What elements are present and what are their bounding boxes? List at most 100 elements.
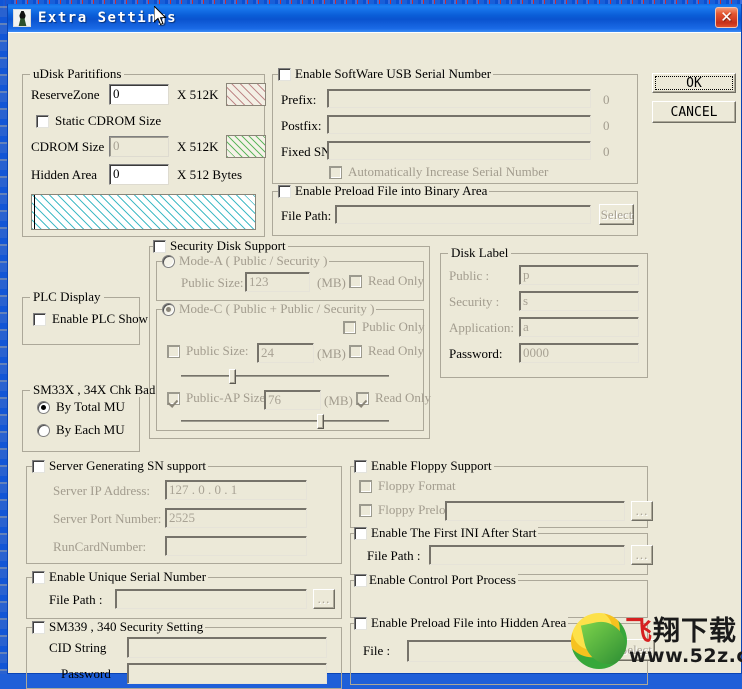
- mode-c-radio-icon: [162, 302, 175, 316]
- unique-sn-file-path-input[interactable]: [115, 589, 307, 609]
- mode-c-public-size-checkbox[interactable]: Public Size:: [167, 344, 248, 358]
- prefix-input[interactable]: [327, 89, 591, 108]
- plc-display-caption: PLC Display: [30, 290, 104, 304]
- first-ini-group: Enable The First INI After Start File Pa…: [350, 526, 653, 575]
- floppy-preload-checkbox[interactable]: Floppy Preload: [359, 503, 458, 517]
- disk-application-label: Application:: [449, 320, 514, 335]
- slider-thumb[interactable]: [317, 414, 324, 429]
- mode-a-read-only-check-box-icon: [349, 274, 362, 288]
- binary-file-path-label: File Path:: [281, 208, 332, 223]
- first-ini-file-path-label: File Path :: [367, 548, 421, 563]
- server-sn-checkbox[interactable]: Server Generating SN support: [32, 459, 209, 473]
- unique-sn-browse-label: ...: [317, 591, 331, 606]
- server-port-input[interactable]: 2525: [165, 508, 307, 528]
- sm339-security-check-box-icon: [32, 620, 45, 634]
- mode-a-unit: (MB): [317, 275, 346, 290]
- cdrom-size-input[interactable]: 0: [109, 136, 169, 157]
- runcard-number-label: RunCardNumber:: [53, 539, 147, 554]
- mode-c-read-only-1-check-box-icon: [349, 344, 362, 358]
- extra-settings-dialog: Extra Settings ✕ OK CANCEL uDisk Paritif…: [7, 4, 742, 689]
- disk-public-input[interactable]: p: [519, 265, 639, 285]
- cdrom-size-label: CDROM Size: [31, 139, 105, 154]
- security-disk-support-checkbox[interactable]: Security Disk Support: [153, 239, 288, 253]
- static-cdrom-size-checkbox[interactable]: Static CDROM Size: [36, 114, 161, 128]
- unique-sn-checkbox[interactable]: Enable Unique Serial Number: [32, 570, 209, 584]
- disk-application-input[interactable]: a: [519, 317, 639, 337]
- by-each-mu-radio[interactable]: By Each MU: [37, 423, 125, 437]
- server-ip-input[interactable]: 127 . 0 . 0 . 1: [165, 480, 307, 500]
- mode-c-public-ap-slider[interactable]: [181, 412, 389, 430]
- auto-increase-sn-checkbox[interactable]: Automatically Increase Serial Number: [329, 165, 548, 179]
- mode-c-unit-1: (MB): [317, 346, 346, 361]
- auto-increase-sn-label: Automatically Increase Serial Number: [348, 164, 549, 179]
- mode-c-public-size-input[interactable]: 24: [257, 343, 314, 363]
- chk-bad-group: SM33X , 34X Chk Bad By Total MU By Each …: [22, 383, 159, 452]
- slider-thumb[interactable]: [229, 369, 236, 384]
- reserve-zone-input[interactable]: 0: [109, 84, 169, 105]
- mode-c-read-only-2-checkbox[interactable]: Read Only: [356, 391, 431, 405]
- floppy-support-checkbox[interactable]: Enable Floppy Support: [354, 459, 494, 473]
- mode-c-public-only-checkbox[interactable]: Public Only: [343, 320, 424, 334]
- floppy-format-check-box-icon: [359, 479, 372, 493]
- disk-label-caption: Disk Label: [448, 246, 512, 260]
- floppy-preload-browse-button[interactable]: ...: [631, 501, 653, 521]
- fixed-sn-count: 0: [603, 144, 610, 159]
- security-disk-support-check-box-icon: [153, 239, 166, 253]
- usb-serial-number-group: Enable SoftWare USB Serial Number Prefix…: [272, 67, 638, 184]
- close-button[interactable]: ✕: [715, 7, 738, 28]
- enable-preload-binary-checkbox[interactable]: Enable Preload File into Binary Area: [278, 184, 490, 198]
- cid-string-input[interactable]: [127, 637, 327, 658]
- binary-file-select-button[interactable]: Select: [599, 204, 634, 225]
- cid-string-label: CID String: [49, 640, 107, 655]
- preload-hidden-checkbox[interactable]: Enable Preload File into Hidden Area: [354, 616, 569, 630]
- by-total-mu-radio[interactable]: By Total MU: [37, 400, 125, 414]
- control-port-checkbox[interactable]: Enable Control Port Process: [354, 573, 518, 587]
- floppy-format-label: Floppy Format: [378, 478, 456, 493]
- unique-sn-browse-button[interactable]: ...: [313, 589, 335, 609]
- mode-a-read-only-checkbox[interactable]: Read Only: [349, 274, 424, 288]
- floppy-format-checkbox[interactable]: Floppy Format: [359, 479, 456, 493]
- first-ini-file-path-input[interactable]: [429, 545, 625, 565]
- floppy-preload-input[interactable]: [445, 501, 625, 521]
- enable-usb-sn-label: Enable SoftWare USB Serial Number: [295, 66, 492, 81]
- partition-map-bar: [31, 194, 256, 230]
- first-ini-browse-button[interactable]: ...: [631, 545, 653, 565]
- mode-a-read-only-label: Read Only: [368, 273, 424, 288]
- mode-c-read-only-1-checkbox[interactable]: Read Only: [349, 344, 424, 358]
- hidden-area-input[interactable]: 0: [109, 164, 169, 185]
- preload-hidden-check-box-icon: [354, 616, 367, 630]
- disk-password-input[interactable]: 0000: [519, 343, 639, 363]
- watermark-url: www.52z.com: [629, 645, 742, 667]
- mode-c-radio[interactable]: Mode-C ( Public + Public / Security ): [162, 302, 377, 316]
- first-ini-checkbox[interactable]: Enable The First INI After Start: [354, 525, 539, 540]
- first-ini-label: Enable The First INI After Start: [371, 525, 537, 540]
- mode-c-public-ap-input[interactable]: 76: [264, 390, 321, 410]
- enable-plc-show-checkbox[interactable]: Enable PLC Show: [33, 312, 148, 326]
- enable-usb-sn-checkbox[interactable]: Enable SoftWare USB Serial Number: [278, 66, 494, 81]
- enable-usb-sn-check-box-icon: [278, 67, 291, 81]
- mode-c-public-only-label: Public Only: [362, 319, 425, 334]
- ok-button[interactable]: OK: [652, 73, 736, 93]
- runcard-number-input[interactable]: [165, 536, 307, 556]
- mode-c-read-only-2-label: Read Only: [375, 390, 431, 405]
- mode-a-public-size-input[interactable]: 123: [245, 272, 310, 292]
- hidden-area-unit: X 512 Bytes: [177, 167, 242, 182]
- server-ip-label: Server IP Address:: [53, 483, 151, 498]
- disk-public-label: Public :: [449, 268, 490, 283]
- udisk-partitions-caption: uDisk Paritifions: [30, 67, 125, 81]
- mode-c-public-ap-checkbox[interactable]: Public-AP Size:: [167, 391, 269, 405]
- binary-file-path-input[interactable]: [335, 205, 591, 224]
- chk-bad-caption: SM33X , 34X Chk Bad: [30, 383, 159, 397]
- disk-password-label: Password:: [449, 346, 503, 361]
- postfix-count: 0: [603, 118, 610, 133]
- by-each-mu-label: By Each MU: [56, 422, 125, 437]
- control-port-label: Enable Control Port Process: [369, 572, 516, 587]
- sm339-security-checkbox[interactable]: SM339 , 340 Security Setting: [32, 620, 206, 634]
- mode-c-public-ap-check-box-icon: [167, 391, 180, 405]
- cancel-button[interactable]: CANCEL: [652, 101, 736, 123]
- disk-security-input[interactable]: s: [519, 291, 639, 311]
- postfix-input[interactable]: [327, 115, 591, 134]
- mode-c-public-size-slider[interactable]: [181, 367, 389, 385]
- mode-a-radio[interactable]: Mode-A ( Public / Security ): [162, 254, 330, 268]
- fixed-sn-input[interactable]: [327, 141, 591, 160]
